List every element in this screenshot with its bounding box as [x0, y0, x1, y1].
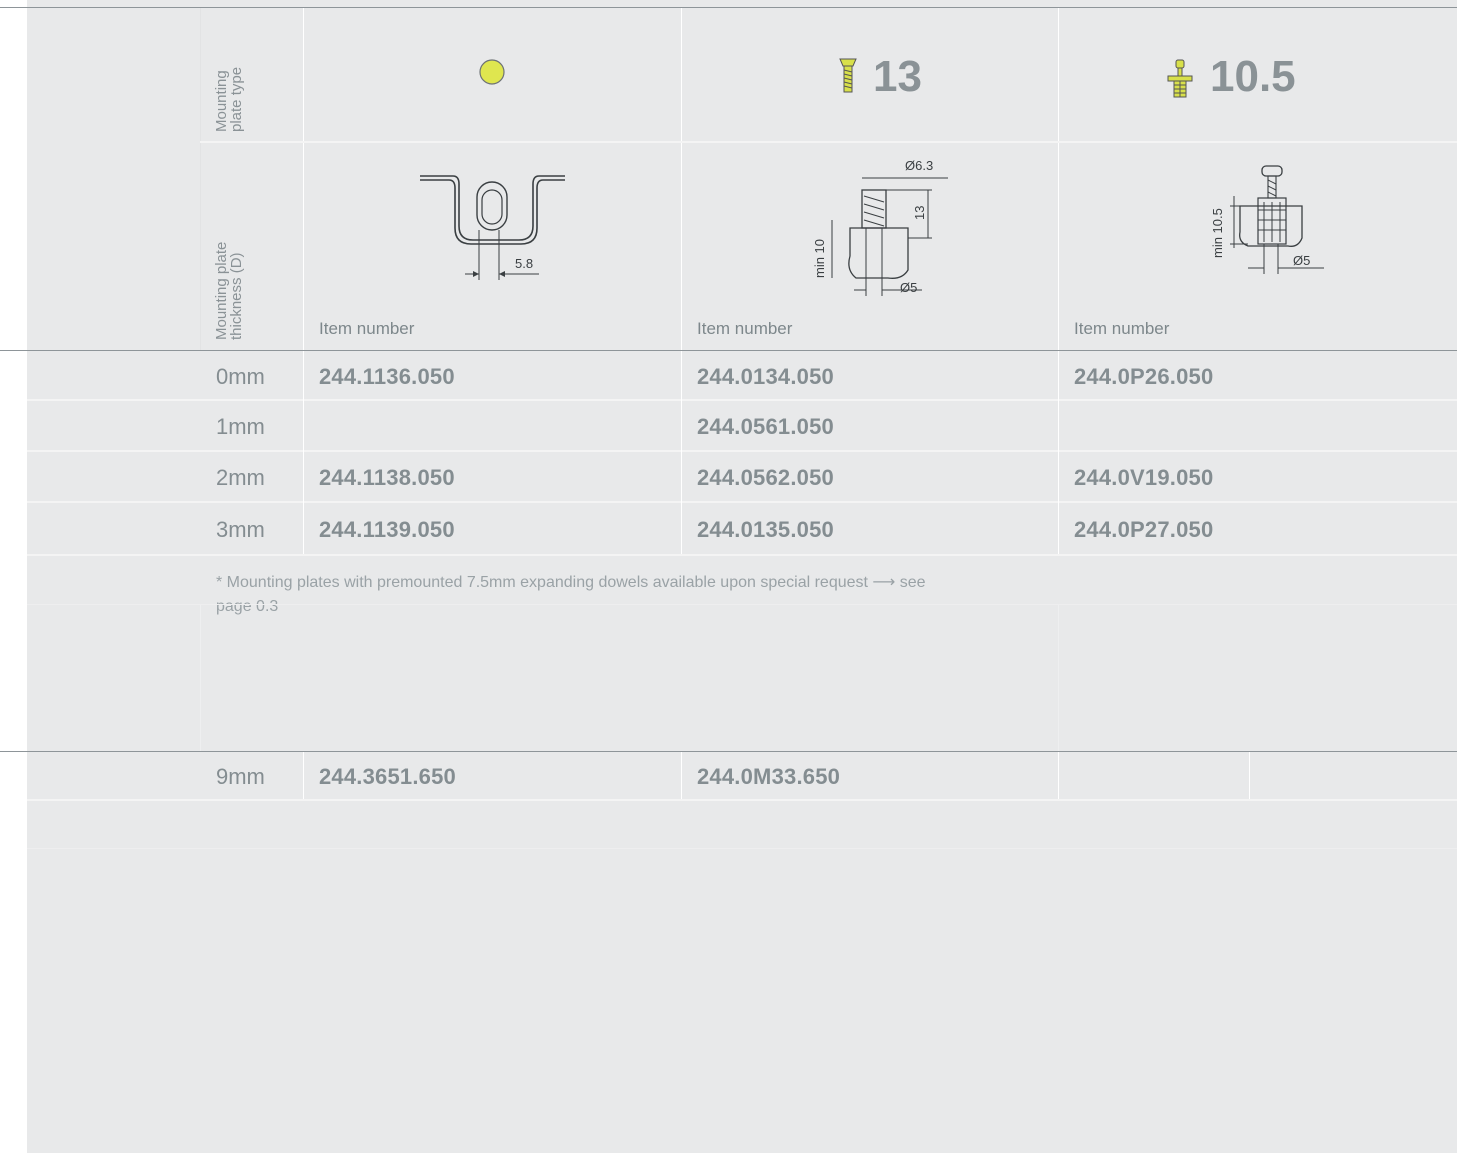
expanding-dowel-icon — [1167, 59, 1193, 98]
dimension-label: 5.8 — [515, 256, 534, 271]
item-number-cell: 244.0M33.650 — [697, 764, 841, 789]
thickness-cell: 9mm — [216, 764, 265, 789]
col-divider — [1058, 605, 1059, 751]
item-number-cell: 244.0561.050 — [697, 414, 834, 439]
row-separator — [27, 554, 1457, 556]
item-number-cell: 244.0V19.050 — [1074, 465, 1214, 490]
footnote: * Mounting plates with premounted 7.5mm … — [216, 571, 1036, 619]
row-separator — [27, 799, 1457, 801]
row-separator — [27, 848, 1457, 849]
col-divider — [1058, 8, 1059, 350]
section-rule — [0, 751, 1457, 752]
top-rule — [0, 7, 1457, 8]
yellow-dot-icon — [479, 59, 505, 85]
header-separator — [200, 141, 1457, 143]
col-divider — [303, 752, 304, 799]
item-number-cell: 244.0P26.050 — [1074, 364, 1214, 389]
mounting-plate-type-label: Mounting plate type — [213, 66, 245, 132]
row-separator — [27, 501, 1457, 503]
col-divider — [200, 8, 201, 350]
row-separator — [27, 450, 1457, 452]
mounting-plate-thickness-label: Mounting plate thickness (D) — [213, 241, 245, 340]
item-number-cell: 244.1139.050 — [319, 517, 455, 542]
screw-dimension-drawing — [831, 177, 948, 296]
item-number-label: Item number — [697, 319, 793, 338]
item-number-cell: 244.1138.050 — [319, 465, 455, 490]
dowel-dimension-drawing — [1230, 165, 1324, 274]
footnote-line: page 0.3 — [216, 598, 279, 615]
row-separator — [27, 604, 1457, 605]
header-rule — [0, 350, 1457, 351]
item-number-cell: 244.0562.050 — [697, 465, 834, 490]
dimension-label: Ø5 — [900, 280, 918, 295]
dimension-label: min 10 — [812, 238, 827, 278]
item-number-cell: 244.0P27.050 — [1074, 517, 1214, 542]
item-number-cell: 244.0135.050 — [697, 517, 834, 542]
col-divider — [1058, 752, 1059, 799]
col-divider — [681, 752, 682, 799]
col-divider — [681, 8, 682, 350]
footnote-line: * Mounting plates with premounted 7.5mm … — [216, 574, 926, 591]
catalog-page: Mounting plate type Mounting plate thick… — [0, 0, 1457, 1153]
col-divider — [1058, 351, 1059, 554]
col-divider — [200, 605, 201, 751]
thickness-cell: 0mm — [216, 364, 265, 389]
item-number-label: Item number — [319, 319, 415, 338]
item-number-cell: 244.0134.050 — [697, 364, 834, 389]
thickness-cell: 2mm — [216, 465, 265, 490]
column-2-size: 13 — [873, 52, 922, 101]
dimension-label: Ø6.3 — [905, 158, 934, 173]
screw-icon — [839, 58, 857, 93]
item-number-label: Item number — [1074, 319, 1170, 338]
column-3-size: 10.5 — [1210, 52, 1296, 101]
dimension-label: Ø5 — [1293, 253, 1311, 268]
col-divider — [303, 8, 304, 350]
thickness-cell: 1mm — [216, 414, 265, 439]
row-separator — [27, 399, 1457, 401]
item-number-cell: 244.3651.650 — [319, 764, 456, 789]
item-number-cell: 244.1136.050 — [319, 364, 455, 389]
mounting-plate-drawing — [420, 175, 565, 280]
dimension-label: 13 — [912, 205, 927, 220]
col-divider — [681, 351, 682, 554]
col-divider — [1249, 752, 1250, 799]
dimension-label: min 10.5 — [1210, 208, 1225, 258]
col-divider — [303, 351, 304, 554]
thickness-cell: 3mm — [216, 517, 265, 542]
